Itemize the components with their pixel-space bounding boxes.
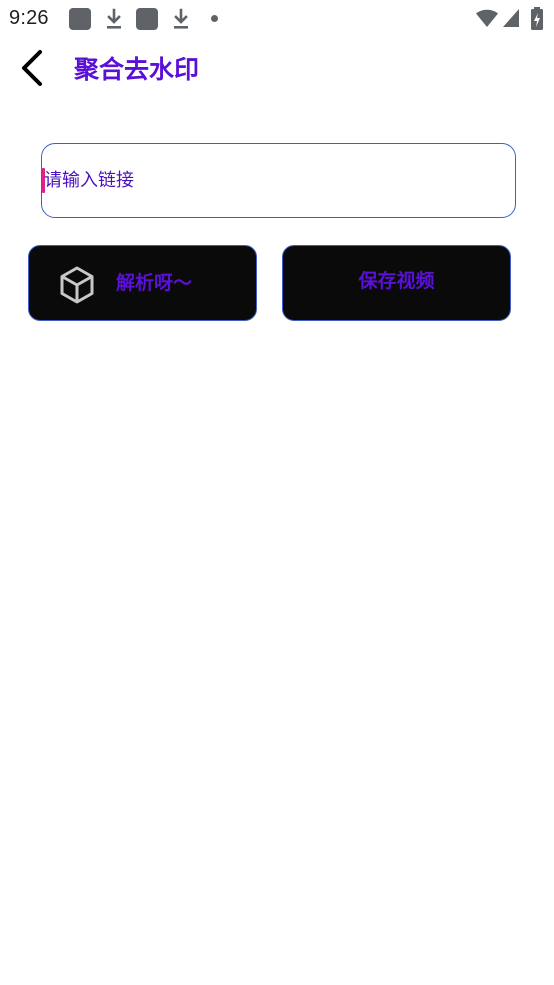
link-input-container[interactable] <box>41 143 516 218</box>
chevron-left-icon <box>22 50 42 86</box>
link-input[interactable] <box>44 144 504 216</box>
status-time: 9:26 <box>9 7 49 29</box>
save-video-button-label: 保存视频 <box>358 270 435 292</box>
download-icon <box>174 8 188 29</box>
save-video-button[interactable]: 保存视频 <box>282 245 511 321</box>
parse-button-label: 解析呀～ <box>116 272 193 294</box>
signal-icon <box>503 9 519 27</box>
app-notification-icon <box>136 8 158 30</box>
more-notifications-dot-icon <box>211 15 218 22</box>
parse-button[interactable]: 解析呀～ <box>28 245 257 321</box>
battery-charging-icon <box>531 7 543 30</box>
page-title: 聚合去水印 <box>74 55 200 84</box>
status-bar: 9:26 <box>0 0 554 38</box>
wifi-icon <box>476 9 498 27</box>
app-notification-icon <box>69 8 91 30</box>
cube-icon <box>60 266 94 304</box>
back-button[interactable] <box>10 44 56 92</box>
download-icon <box>107 8 121 29</box>
